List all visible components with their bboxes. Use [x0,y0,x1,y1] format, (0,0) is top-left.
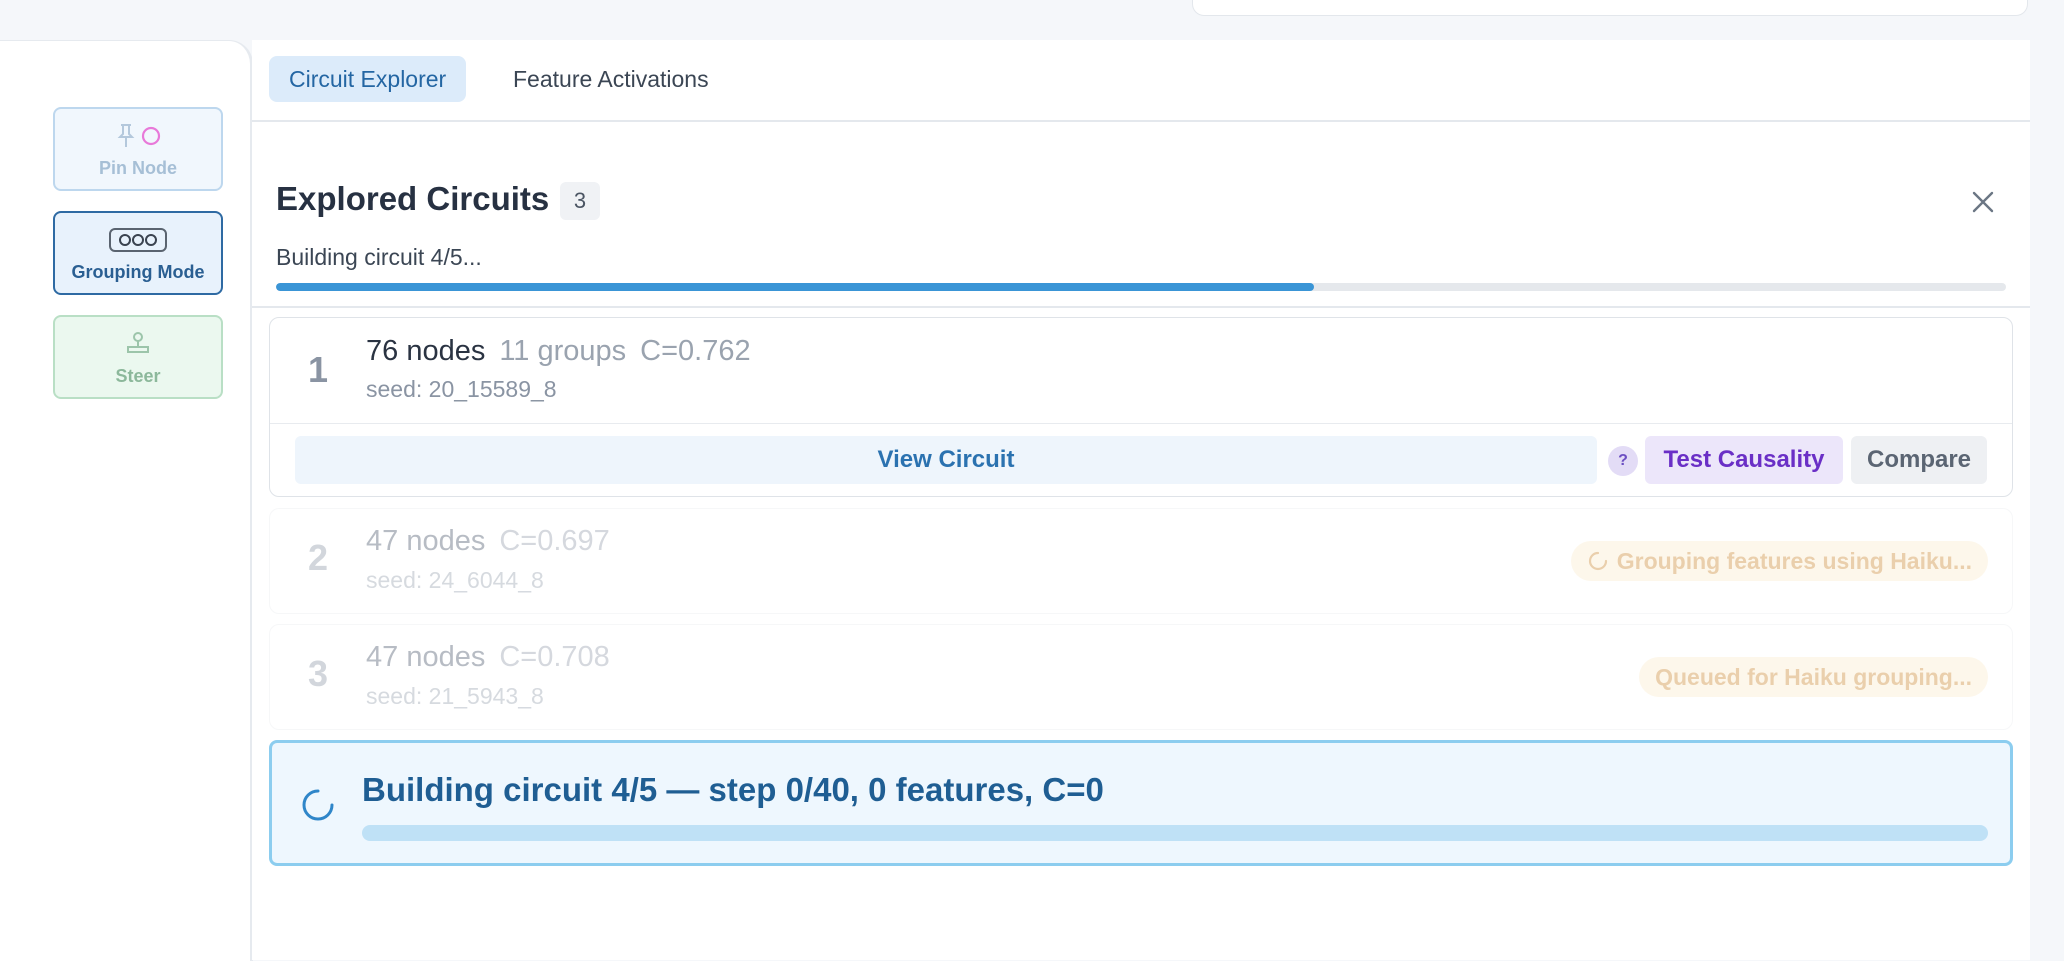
circuit-card: 2 47 nodes C=0.697 seed: 24_6044_8 Groupi… [269,508,2013,614]
building-circuit-card: Building circuit 4/5 — step 0/40, 0 feat… [269,740,2013,866]
steer-button[interactable]: Steer [53,315,223,399]
steer-label: Steer [115,365,161,386]
circuit-seed: seed: 20_15589_8 [366,376,557,402]
circuit-count-badge: 3 [560,182,600,220]
circuit-card: 1 76 nodes 11 groups C=0.762 seed: 20_1558… [269,317,2013,497]
circuit-score: C=0.697 [499,525,610,557]
circle-icon [141,126,161,145]
circuit-index: 2 [308,537,329,578]
compare-button[interactable]: Compare [1851,436,1987,484]
tool-sidebar: Pin Node Grouping Mode Steer [0,40,253,961]
pin-icon [117,123,161,147]
top-panel-edge [1192,0,2028,16]
pin-node-button[interactable]: Pin Node [53,107,223,191]
circuit-stats: 47 nodes C=0.697 [366,525,610,558]
grouping-status-text: Grouping features using Haiku... [1616,548,1972,574]
circuit-node-count: 76 nodes [366,335,486,367]
close-button[interactable] [1963,182,2003,222]
steer-icon [123,328,153,360]
circuit-score: C=0.708 [499,641,610,673]
header-divider [252,306,2030,308]
grouping-icon [108,224,168,256]
view-circuit-button[interactable]: View Circuit [295,436,1597,484]
spinner-icon [1588,551,1607,571]
circuit-seed: seed: 21_5943_8 [366,683,544,709]
build-status-text: Building circuit 4/5... [276,244,482,270]
circuit-stats: 47 nodes C=0.708 [366,641,610,674]
pin-node-icons [114,120,162,152]
queued-status-badge: Queued for Haiku grouping... [1639,657,1988,697]
tab-bar: Circuit Explorer Feature Activations [252,40,2030,122]
grouping-status-badge: Grouping features using Haiku... [1570,541,1988,581]
building-status-text: Building circuit 4/5 — step 0/40, 0 feat… [362,771,1104,808]
circuit-score: C=0.762 [640,335,751,367]
close-icon [1972,191,1994,213]
build-progress-bar [276,283,2006,291]
circuit-index: 3 [308,653,329,694]
panel-title: Explored Circuits [276,180,550,217]
tab-feature-activations[interactable]: Feature Activations [513,56,709,102]
circuit-node-count: 47 nodes [366,641,486,673]
help-icon[interactable]: ? [1608,446,1638,476]
build-progress-fill [276,283,1314,291]
circuit-node-count: 47 nodes [366,525,486,557]
spinner-icon [302,789,334,821]
main-panel: Circuit Explorer Feature Activations Exp… [252,40,2030,960]
circuit-group-count: 11 groups [499,335,627,367]
building-progress-bar [362,825,1988,841]
circuit-seed: seed: 24_6044_8 [366,567,544,593]
grouping-mode-label: Grouping Mode [71,261,205,282]
grouping-mode-button[interactable]: Grouping Mode [53,211,223,295]
queued-status-text: Queued for Haiku grouping... [1655,664,1972,690]
pin-node-label: Pin Node [98,157,177,178]
circuit-card: 3 47 nodes C=0.708 seed: 21_5943_8 Queued… [269,624,2013,730]
circuit-index: 1 [308,349,329,390]
circuit-stats: 76 nodes 11 groups C=0.762 [366,335,751,368]
test-causality-button[interactable]: Test Causality [1645,436,1843,484]
card-divider [270,423,2012,424]
tab-circuit-explorer[interactable]: Circuit Explorer [269,56,467,102]
